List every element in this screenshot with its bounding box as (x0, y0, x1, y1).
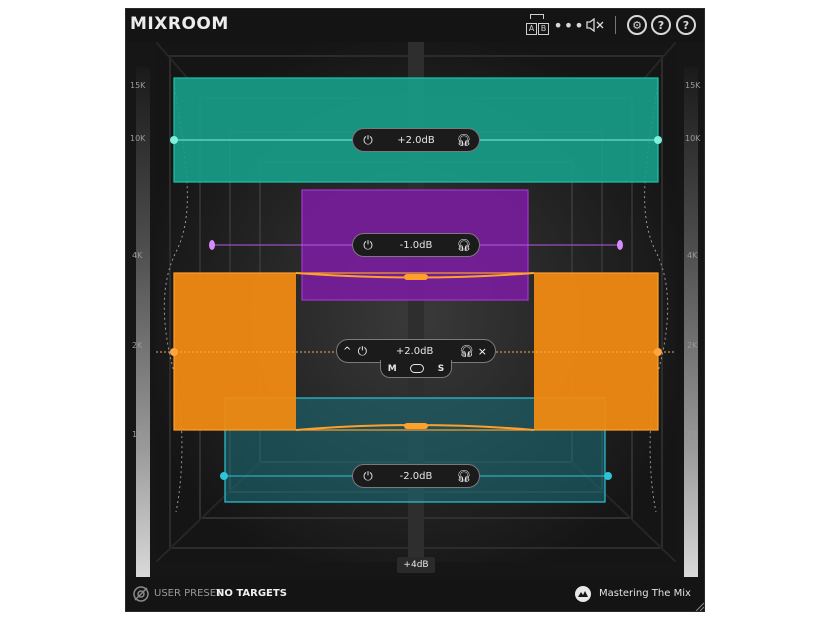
mode-mid-button[interactable]: M (388, 364, 397, 374)
ab-a-label: A (526, 23, 537, 35)
settings-button[interactable]: ⚙ (627, 15, 647, 35)
band-upper-mid-solo-headphones-icon[interactable]: 🎧︎ (456, 238, 471, 252)
freq-label-15k-right: 15K (685, 81, 701, 90)
scale-track-right (684, 67, 698, 577)
band-low-gain[interactable]: -2.0dB (375, 471, 457, 482)
freq-label-15k: 15K (130, 81, 146, 90)
preset-label: USER PRESET (154, 588, 223, 599)
ab-bracket-icon (530, 14, 544, 19)
top-bar: MIXROOM A B ••• ⚙ ? ? (126, 9, 704, 42)
help-button[interactable]: ? (676, 15, 696, 35)
preset-selector[interactable]: NO TARGETS (216, 588, 287, 599)
app-title: MIXROOM (130, 14, 229, 34)
band-low-solo-headphones-icon[interactable]: 🎧︎ (456, 469, 471, 483)
ab-b-label: B (538, 23, 549, 35)
brand-name: Mastering The Mix (599, 588, 691, 599)
band-low-control[interactable]: ⏻ -2.0dB 🎧︎ (352, 464, 480, 488)
mid-side-selector[interactable]: M S (380, 360, 452, 378)
gear-icon: ⚙ (632, 18, 642, 32)
mixroom-plugin-window: MIXROOM A B ••• ⚙ ? ? 15K 10K 4K 2K 1K 1… (125, 8, 705, 612)
freq-label-10k: 10K (130, 134, 146, 143)
key-icon: ? (657, 18, 665, 32)
band-low-power-icon[interactable]: ⏻ (361, 469, 375, 483)
frequency-scale-left: 15K 10K 4K 2K 1K (130, 67, 152, 577)
brand-logo-icon (575, 586, 591, 602)
resize-grip-icon[interactable] (694, 601, 704, 611)
band-high-control[interactable]: ⏻ +2.0dB 🎧︎ (352, 128, 480, 152)
freq-label-4k: 4K (132, 251, 143, 260)
freq-label-2k: 2K (132, 341, 143, 350)
freq-label-1k: 1K (132, 430, 143, 439)
speaker-mute-icon (586, 18, 604, 32)
band-high-power-icon[interactable]: ⏻ (361, 133, 375, 147)
mix-stage[interactable]: ⏻ +2.0dB 🎧︎ ⏻ -1.0dB 🎧︎ ^ ⏻ +2.0dB 🎧︎ × … (156, 42, 676, 562)
ab-compare-button[interactable]: A B (525, 12, 551, 38)
target-off-icon[interactable] (132, 585, 150, 603)
freq-label-10k-right: 10K (685, 134, 701, 143)
band-upper-mid-power-icon[interactable]: ⏻ (361, 238, 375, 252)
toolbar-divider (615, 16, 616, 34)
band-mid-control[interactable]: ^ ⏻ +2.0dB 🎧︎ × M S (336, 339, 496, 379)
bypass-speaker-icon[interactable] (586, 17, 606, 33)
stereo-toggle-icon[interactable] (410, 364, 425, 373)
band-high-solo-headphones-icon[interactable]: 🎧︎ (456, 133, 471, 147)
band-mid-gain[interactable]: +2.0dB (369, 346, 459, 357)
freq-label-4k-right: 4K (687, 251, 698, 260)
freq-label-2k-right: 2K (687, 341, 698, 350)
footer-bar: USER PRESET NO TARGETS Mastering The Mix (126, 577, 704, 611)
band-upper-mid-control[interactable]: ⏻ -1.0dB 🎧︎ (352, 233, 480, 257)
freq-label-1k-right: 1K (687, 430, 698, 439)
band-mid-solo-headphones-icon[interactable]: 🎧︎ (459, 344, 474, 358)
scale-track-left (136, 67, 150, 577)
band-mid-power-icon[interactable]: ⏻ (355, 344, 369, 358)
chevron-up-icon[interactable]: ^ (343, 346, 351, 357)
band-upper-mid-gain[interactable]: -1.0dB (375, 240, 457, 251)
close-icon[interactable]: × (478, 345, 487, 358)
more-options-button[interactable]: ••• (553, 16, 583, 35)
level-readout: +4dB (397, 557, 435, 573)
mode-side-button[interactable]: S (438, 364, 444, 374)
band-high-gain[interactable]: +2.0dB (375, 135, 457, 146)
tips-button[interactable]: ? (651, 15, 671, 35)
question-icon: ? (682, 18, 690, 32)
frequency-scale-right: 15K 10K 4K 2K 1K (682, 67, 700, 577)
